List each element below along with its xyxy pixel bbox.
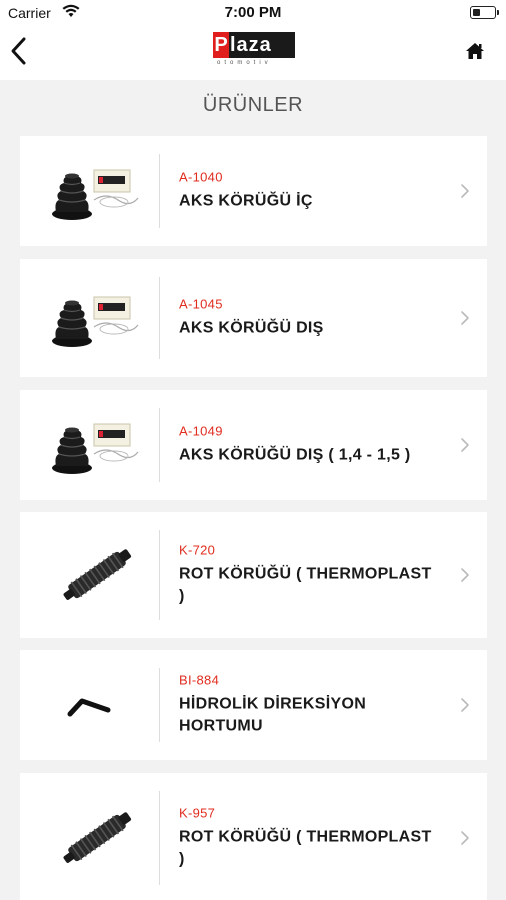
chevron-right-icon: [461, 438, 469, 452]
battery-icon: [470, 6, 499, 19]
product-image: [42, 540, 152, 610]
product-card[interactable]: K-720 ROT KÖRÜĞÜ ( THERMOPLAST ): [20, 512, 487, 638]
product-card[interactable]: A-1049 AKS KÖRÜĞÜ DIŞ ( 1,4 - 1,5 ): [20, 390, 487, 500]
product-info: BI-884 HİDROLİK DİREKSİYON HORTUMU: [179, 673, 441, 738]
product-info: A-1040 AKS KÖRÜĞÜ İÇ: [179, 170, 441, 213]
product-name: HİDROLİK DİREKSİYON HORTUMU: [179, 695, 367, 735]
card-divider: [159, 668, 160, 742]
product-info: K-720 ROT KÖRÜĞÜ ( THERMOPLAST ): [179, 543, 441, 608]
logo-rest: laza: [229, 32, 295, 58]
product-code: K-720: [179, 542, 216, 558]
product-name: AKS KÖRÜĞÜ DIŞ ( 1,4 - 1,5 ): [179, 446, 411, 464]
card-divider: [159, 791, 160, 885]
product-info: K-957 ROT KÖRÜĞÜ ( THERMOPLAST ): [179, 806, 441, 871]
product-name: ROT KÖRÜĞÜ ( THERMOPLAST ): [179, 565, 432, 605]
product-image: [42, 283, 152, 353]
product-image: [42, 803, 152, 873]
product-code: K-957: [179, 805, 216, 821]
product-name: ROT KÖRÜĞÜ ( THERMOPLAST ): [179, 828, 432, 868]
card-divider: [159, 154, 160, 228]
card-divider: [159, 408, 160, 482]
page-title: ÜRÜNLER: [202, 94, 304, 116]
chevron-right-icon: [461, 184, 469, 198]
chevron-right-icon: [461, 568, 469, 582]
product-image: [42, 410, 152, 480]
clock: 7:00 PM: [224, 4, 282, 21]
product-code: BI-884: [179, 672, 220, 688]
product-code: A-1045: [179, 296, 223, 312]
card-divider: [159, 277, 160, 359]
status-bar: Carrier 7:00 PM: [0, 0, 506, 26]
product-image: [42, 156, 152, 226]
chevron-right-icon: [461, 831, 469, 845]
product-code: A-1049: [179, 423, 223, 439]
product-card[interactable]: K-957 ROT KÖRÜĞÜ ( THERMOPLAST ): [20, 773, 487, 900]
product-name: AKS KÖRÜĞÜ İÇ: [179, 192, 313, 210]
product-card[interactable]: A-1045 AKS KÖRÜĞÜ DIŞ: [20, 259, 487, 377]
product-card[interactable]: A-1040 AKS KÖRÜĞÜ İÇ: [20, 136, 487, 246]
product-card[interactable]: BI-884 HİDROLİK DİREKSİYON HORTUMU: [20, 650, 487, 760]
product-info: A-1049 AKS KÖRÜĞÜ DIŞ ( 1,4 - 1,5 ): [179, 424, 441, 467]
product-code: A-1040: [179, 169, 223, 185]
nav-bar: P laza otomotiv: [0, 26, 506, 80]
logo-sub: otomotiv: [217, 60, 272, 66]
card-divider: [159, 530, 160, 620]
chevron-right-icon: [461, 698, 469, 712]
chevron-right-icon: [461, 311, 469, 325]
product-info: A-1045 AKS KÖRÜĞÜ DIŞ: [179, 297, 441, 340]
plaza-logo: P laza otomotiv: [213, 32, 295, 68]
logo-initial: P: [213, 32, 229, 58]
back-chevron-icon[interactable]: [8, 36, 30, 66]
home-icon[interactable]: [465, 42, 485, 60]
product-image: [42, 670, 152, 740]
product-name: AKS KÖRÜĞÜ DIŞ: [179, 319, 324, 337]
